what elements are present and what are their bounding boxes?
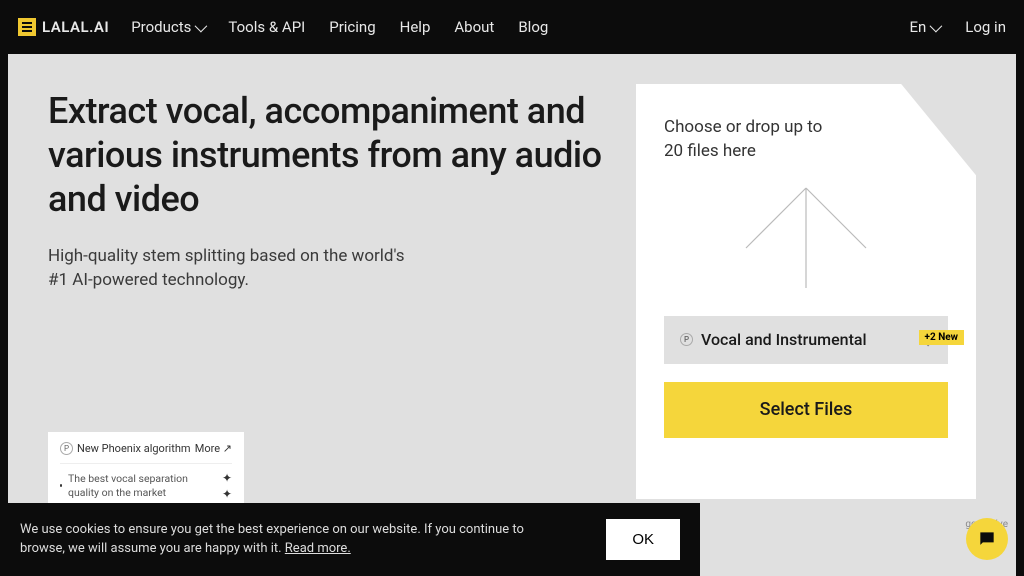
chat-widget-button[interactable] bbox=[966, 518, 1008, 560]
promo-more-link[interactable]: More ↗ bbox=[195, 442, 232, 455]
nav-products[interactable]: Products bbox=[131, 18, 204, 36]
dropdown-text: Vocal and Instrumental bbox=[701, 330, 867, 349]
cookie-ok-button[interactable]: OK bbox=[606, 519, 680, 560]
select-files-button[interactable]: Select Files bbox=[664, 382, 948, 438]
nav-right: En Log in bbox=[909, 18, 1006, 36]
cookie-banner: We use cookies to ensure you get the bes… bbox=[0, 503, 700, 576]
nav-pricing[interactable]: Pricing bbox=[329, 18, 375, 36]
logo[interactable]: LALAL.AI bbox=[18, 18, 109, 36]
promo-title-text: New Phoenix algorithm bbox=[77, 442, 191, 455]
dropdown-label: P Vocal and Instrumental bbox=[680, 330, 867, 349]
hero-headline: Extract vocal, accompaniment and various… bbox=[48, 90, 606, 222]
cookie-message: We use cookies to ensure you get the bes… bbox=[20, 522, 524, 556]
stem-type-dropdown[interactable]: P Vocal and Instrumental bbox=[664, 316, 948, 364]
promo-header: P New Phoenix algorithm More ↗ bbox=[60, 442, 232, 455]
upload-arrow-icon bbox=[736, 178, 876, 288]
promo-body-text: The best vocal separation quality on the… bbox=[68, 472, 216, 500]
nav-products-label: Products bbox=[131, 18, 191, 36]
cookie-read-more-link[interactable]: Read more. bbox=[285, 541, 351, 556]
phoenix-icon: P bbox=[680, 333, 693, 346]
promo-card[interactable]: P New Phoenix algorithm More ↗ The best … bbox=[48, 432, 244, 512]
drop-instructions: Choose or drop up to 20 files here bbox=[664, 116, 834, 164]
sparkles-icon: ✦✦ bbox=[222, 470, 232, 502]
chevron-down-icon bbox=[930, 19, 943, 32]
hero-subheadline: High-quality stem splitting based on the… bbox=[48, 244, 428, 293]
nav-help[interactable]: Help bbox=[400, 18, 431, 36]
language-selector[interactable]: En bbox=[909, 18, 939, 36]
cookie-text: We use cookies to ensure you get the bes… bbox=[20, 521, 540, 559]
chevron-down-icon bbox=[195, 19, 208, 32]
chat-icon bbox=[977, 529, 997, 549]
promo-body: The best vocal separation quality on the… bbox=[60, 463, 232, 502]
bullet-icon bbox=[60, 484, 62, 487]
nav-tools[interactable]: Tools & API bbox=[228, 18, 305, 36]
main-content: Extract vocal, accompaniment and various… bbox=[8, 54, 1016, 576]
logo-icon bbox=[18, 18, 36, 36]
phoenix-icon: P bbox=[60, 442, 73, 455]
nav-about[interactable]: About bbox=[454, 18, 494, 36]
logo-text: LALAL.AI bbox=[42, 18, 109, 36]
language-label: En bbox=[909, 18, 926, 36]
top-header: LALAL.AI Products Tools & API Pricing He… bbox=[0, 0, 1024, 54]
login-link[interactable]: Log in bbox=[965, 18, 1006, 36]
promo-title: P New Phoenix algorithm bbox=[60, 442, 191, 455]
new-badge: +2 New bbox=[919, 330, 964, 345]
main-nav: Products Tools & API Pricing Help About … bbox=[131, 18, 887, 36]
nav-blog[interactable]: Blog bbox=[518, 18, 548, 36]
file-drop-zone[interactable]: Choose or drop up to 20 files here +2 Ne… bbox=[636, 84, 976, 499]
